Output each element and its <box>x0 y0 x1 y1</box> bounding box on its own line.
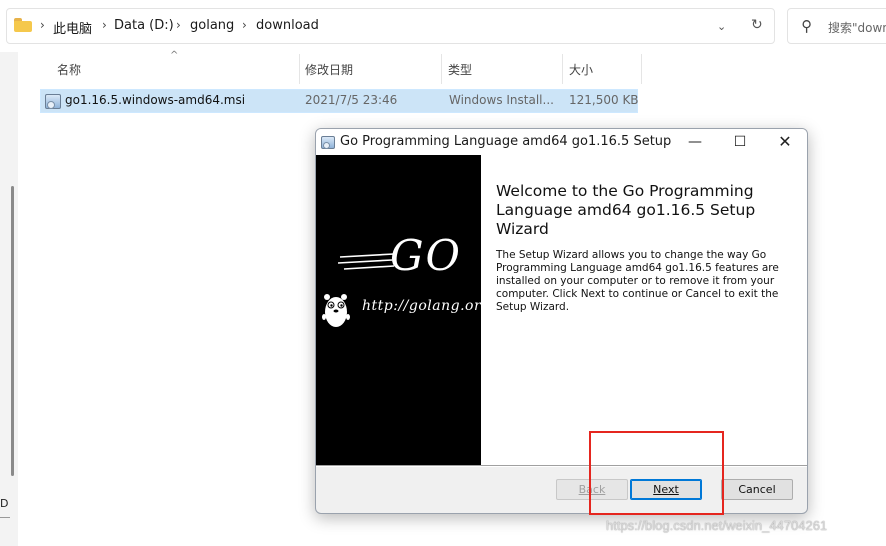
annotation-highlight-box <box>589 431 724 515</box>
dialog-titlebar[interactable]: Go Programming Language amd64 go1.16.5 S… <box>316 129 807 155</box>
file-type: Windows Install... <box>449 93 554 107</box>
cancel-button-label: Cancel <box>738 483 776 496</box>
breadcrumb-golang[interactable]: golang <box>190 18 234 33</box>
wizard-content: Welcome to the Go Programming Language a… <box>481 155 807 465</box>
setup-wizard-dialog: Go Programming Language amd64 go1.16.5 S… <box>315 128 808 514</box>
search-input[interactable]: 搜索"down <box>828 19 886 36</box>
search-box[interactable]: ⚲ 搜索"down <box>787 8 886 44</box>
nav-divider <box>0 517 10 518</box>
wizard-description: The Setup Wizard allows you to change th… <box>496 249 779 313</box>
column-divider[interactable] <box>441 54 442 84</box>
close-icon[interactable]: ✕ <box>767 131 803 153</box>
nav-drive-letter: D <box>0 497 9 510</box>
chevron-right-icon[interactable]: › <box>176 18 181 32</box>
navigation-scrollbar[interactable] <box>11 186 14 476</box>
search-icon: ⚲ <box>801 17 812 35</box>
column-header-name[interactable]: 名称 <box>57 61 81 78</box>
column-header-size[interactable]: 大小 <box>569 61 593 78</box>
maximize-icon[interactable]: ☐ <box>722 131 758 153</box>
breadcrumb-download[interactable]: download <box>256 18 319 33</box>
file-modified: 2021/7/5 23:46 <box>305 93 398 107</box>
chevron-right-icon: › <box>40 18 45 32</box>
column-header-type[interactable]: 类型 <box>448 61 472 78</box>
go-logo: GO <box>390 231 462 280</box>
chevron-right-icon[interactable]: › <box>242 18 247 32</box>
file-row[interactable]: go1.16.5.windows-amd64.msi 2021/7/5 23:4… <box>40 89 639 113</box>
sort-ascending-icon: ^ <box>170 50 179 61</box>
footer-divider-highlight <box>316 466 807 467</box>
column-header-modified[interactable]: 修改日期 <box>305 61 353 78</box>
cancel-button[interactable]: Cancel <box>721 479 793 500</box>
navigation-pane <box>0 52 18 546</box>
minimize-icon[interactable]: — <box>677 131 713 153</box>
folder-icon <box>14 18 32 32</box>
breadcrumb-this-pc[interactable]: 此电脑 <box>53 18 92 37</box>
column-divider[interactable] <box>641 54 642 84</box>
column-divider[interactable] <box>562 54 563 84</box>
golang-url: http://golang.org <box>362 298 491 314</box>
gopher-mascot <box>322 294 350 327</box>
chevron-down-icon[interactable]: ⌄ <box>717 20 726 33</box>
file-size: 121,500 KB <box>569 93 639 107</box>
file-name: go1.16.5.windows-amd64.msi <box>65 93 246 107</box>
wizard-banner: GO http://golang.org <box>316 155 490 465</box>
msi-installer-icon <box>45 94 61 109</box>
dialog-title: Go Programming Language amd64 go1.16.5 S… <box>340 134 672 149</box>
watermark: https://blog.csdn.net/weixin_44704261 <box>606 518 828 533</box>
chevron-right-icon[interactable]: › <box>102 18 107 32</box>
speed-lines-graphic <box>338 253 395 270</box>
column-divider[interactable] <box>299 54 300 84</box>
breadcrumb-data-drive[interactable]: Data (D:) <box>114 18 174 33</box>
refresh-icon[interactable]: ↻ <box>751 17 763 33</box>
msi-installer-icon <box>321 136 335 149</box>
welcome-heading: Welcome to the Go Programming Language a… <box>496 182 756 238</box>
address-bar[interactable]: › 此电脑 › Data (D:) › golang › download ⌄ … <box>6 8 775 44</box>
